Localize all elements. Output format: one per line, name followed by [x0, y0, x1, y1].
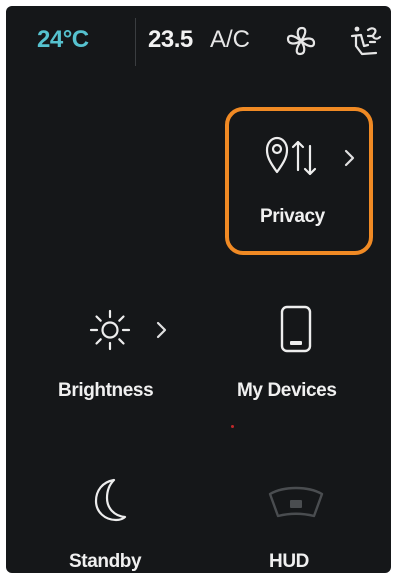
airflow-icon[interactable] [346, 22, 386, 60]
brightness-label[interactable]: Brightness [58, 380, 154, 402]
standby-label[interactable]: Standby [69, 551, 142, 573]
cabin-temperature[interactable]: 23.5 [148, 26, 193, 54]
outside-temperature: 24°C [37, 26, 89, 53]
privacy-label: Privacy [260, 206, 325, 227]
sun-icon[interactable] [88, 308, 132, 352]
privacy-chevron-icon [344, 149, 355, 167]
ac-button[interactable]: A/C [210, 26, 250, 54]
privacy-tile[interactable] [225, 107, 373, 255]
location-transfer-icon [265, 136, 317, 176]
hud-label[interactable]: HUD [269, 551, 309, 573]
phone-icon[interactable] [278, 304, 314, 354]
settings-screen: 24°C 23.5 A/C Privacy Brightness My Devi… [6, 6, 391, 573]
moon-icon[interactable] [88, 476, 128, 524]
fan-icon[interactable] [284, 24, 318, 58]
status-divider [135, 18, 136, 66]
indicator-dot [231, 425, 234, 428]
brightness-chevron-icon[interactable] [155, 320, 169, 340]
windshield-icon[interactable] [266, 484, 326, 520]
my-devices-label[interactable]: My Devices [237, 380, 337, 402]
